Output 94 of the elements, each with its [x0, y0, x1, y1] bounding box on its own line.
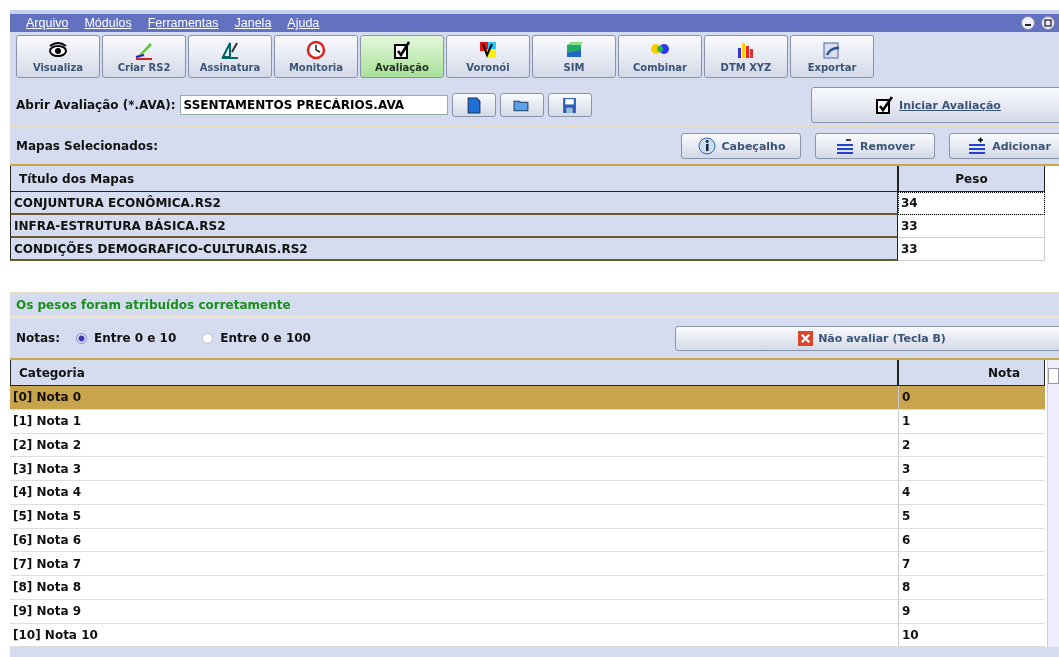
category-row[interactable]: [1] Nota 1 1	[10, 409, 1045, 434]
category-row[interactable]: [5] Nota 5 5	[10, 504, 1045, 529]
category-row[interactable]: [7] Nota 7 7	[10, 552, 1045, 576]
toolbar-button[interactable]: Exportar	[790, 35, 874, 78]
grade-cell: 5	[898, 504, 1045, 529]
category-cell: [5] Nota 5	[10, 504, 898, 529]
checkbox-icon	[392, 40, 412, 60]
toolbar-button[interactable]: Combinar	[618, 35, 702, 78]
category-cell: [0] Nota 0	[10, 386, 898, 410]
category-row[interactable]: [4] Nota 4 4	[10, 481, 1045, 505]
category-row[interactable]: [2] Nota 2 2	[10, 433, 1045, 458]
open-file-label: Abrir Avaliação (*.AVA):	[16, 98, 176, 112]
column-header[interactable]: Peso	[898, 166, 1045, 192]
category-row[interactable]: [9] Nota 9 9	[10, 599, 1045, 624]
selected-maps-label: Mapas Selecionados:	[16, 139, 158, 153]
grade-cell: 1	[898, 409, 1045, 434]
category-cell: [10] Nota 10	[10, 623, 898, 648]
menu-item[interactable]: Ajuda	[287, 16, 320, 30]
category-cell: [8] Nota 8	[10, 576, 898, 600]
grade-cell: 3	[898, 457, 1045, 481]
skip-evaluation-button[interactable]: Não avaliar (Tecla B)	[675, 325, 1059, 351]
save-icon	[561, 96, 579, 114]
export-icon	[822, 40, 842, 60]
cube-icon	[564, 40, 584, 60]
grade-cell: 10	[898, 623, 1045, 648]
category-cell: [7] Nota 7	[10, 552, 898, 576]
radio-button[interactable]	[76, 332, 88, 344]
ruler-icon	[220, 40, 240, 60]
grade-cell: 9	[898, 599, 1045, 624]
minimize-icon[interactable]	[1021, 16, 1035, 30]
toolbar-button[interactable]: DTM XYZ	[704, 35, 788, 78]
toolbar-button[interactable]: Monitoria	[274, 35, 358, 78]
toolbar-button[interactable]: Avaliação	[360, 35, 444, 78]
weight-cell[interactable]: 34	[898, 192, 1045, 215]
pencil-icon	[134, 40, 154, 60]
grade-cell: 0	[898, 386, 1045, 410]
radio-label[interactable]: Entre 0 e 100	[220, 331, 311, 345]
grade-cell: 7	[898, 552, 1045, 576]
category-row[interactable]: [0] Nota 0 0	[10, 386, 1045, 410]
toolbar-button[interactable]: Assinatura	[188, 35, 272, 78]
category-row[interactable]: [3] Nota 3 3	[10, 457, 1045, 481]
map-title-cell: INFRA-ESTRUTURA BÁSICA.RS2	[10, 215, 898, 238]
new-file-button[interactable]	[451, 93, 496, 117]
map-title-cell: CONDIÇÕES DEMOGRAFICO-CULTURAIS.RS2	[10, 238, 898, 261]
scrollbar[interactable]	[1047, 360, 1059, 648]
menu-item[interactable]: Módulos	[84, 16, 132, 30]
grades-label: Notas:	[16, 331, 61, 345]
category-row[interactable]: [6] Nota 6 6	[10, 528, 1045, 553]
restore-icon[interactable]	[1041, 16, 1055, 30]
grade-cell: 6	[898, 528, 1045, 553]
weight-cell[interactable]: 33	[898, 238, 1045, 261]
checkbox-icon	[875, 95, 896, 115]
category-cell: [1] Nota 1	[10, 409, 898, 434]
weight-cell[interactable]: 33	[898, 215, 1045, 238]
header-button[interactable]: Cabeçalho	[681, 133, 801, 159]
category-row[interactable]: [10] Nota 10 10	[10, 623, 1045, 648]
status-message: Os pesos foram atribuídos corretamente	[16, 298, 291, 312]
document-icon	[465, 96, 483, 114]
menu-item[interactable]: Ferramentas	[147, 16, 219, 30]
menu-item[interactable]: Janela	[234, 16, 272, 30]
start-evaluation-button[interactable]: Iniciar Avaliação	[811, 87, 1059, 123]
clock-icon	[306, 40, 326, 60]
menu-item[interactable]: Arquivo	[26, 16, 69, 30]
bar-chart-icon	[736, 40, 756, 60]
info-icon	[696, 137, 717, 155]
colored-squares-icon	[478, 40, 498, 60]
open-folder-button[interactable]	[499, 93, 544, 117]
grade-cell: 4	[898, 481, 1045, 505]
save-button[interactable]	[547, 93, 592, 117]
category-cell: [3] Nota 3	[10, 457, 898, 481]
grade-cell: 2	[898, 433, 1045, 458]
grade-cell: 8	[898, 576, 1045, 600]
column-header[interactable]: Categoria	[10, 360, 898, 386]
add-button[interactable]: Adicionar	[949, 133, 1059, 159]
file-name-field[interactable]: SSENTAMENTOS PRECÁRIOS.AVA	[179, 95, 448, 115]
radio-label[interactable]: Entre 0 e 10	[94, 331, 177, 345]
category-cell: [6] Nota 6	[10, 528, 898, 553]
remove-list-icon	[835, 137, 855, 155]
eye-icon	[48, 40, 68, 60]
category-cell: [4] Nota 4	[10, 481, 898, 505]
category-row[interactable]: [8] Nota 8 8	[10, 576, 1045, 600]
map-title-cell: CONJUNTURA ECONÔMICA.RS2	[10, 192, 898, 215]
category-cell: [2] Nota 2	[10, 433, 898, 458]
toolbar-button[interactable]: Criar RS2	[102, 35, 186, 78]
remove-button[interactable]: Remover	[815, 133, 935, 159]
radio-button[interactable]	[202, 332, 214, 344]
close-icon	[798, 330, 814, 346]
toolbar-button[interactable]: Voronói	[446, 35, 530, 78]
add-list-icon	[967, 137, 988, 155]
column-header[interactable]: Título dos Mapas	[10, 166, 898, 192]
column-header[interactable]: Nota	[898, 360, 1045, 386]
toolbar-button[interactable]: SIM	[532, 35, 616, 78]
toolbar-button[interactable]: Visualiza	[16, 35, 100, 78]
category-cell: [9] Nota 9	[10, 599, 898, 624]
